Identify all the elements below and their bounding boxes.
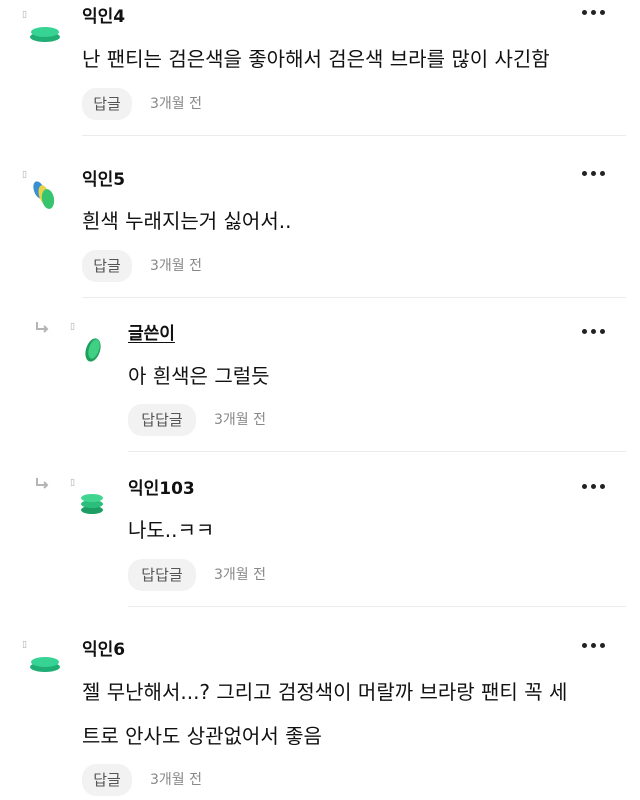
- timestamp: 3개월 전: [150, 772, 202, 788]
- flag-icon: ▯: [22, 10, 27, 20]
- reply-button[interactable]: 답글: [82, 250, 132, 282]
- flag-icon: ▯: [70, 322, 75, 332]
- avatar-tilted-discs-icon: [30, 178, 58, 216]
- timestamp: 3개월 전: [214, 412, 266, 428]
- author-name[interactable]: 글쓴이: [128, 324, 175, 344]
- commenter-name[interactable]: 익인4: [82, 7, 125, 27]
- comment-text: 나도..ㅋㅋ: [128, 518, 215, 542]
- commenter-name[interactable]: 익인6: [82, 640, 125, 660]
- comment-text: 흰색 누래지는거 싫어서..: [82, 209, 292, 233]
- more-options-icon[interactable]: [582, 484, 606, 490]
- reply-arrow-icon: [34, 476, 50, 495]
- timestamp: 3개월 전: [214, 567, 266, 583]
- divider: [128, 451, 626, 452]
- comment-text: 아 흰색은 그럴듯: [128, 364, 270, 388]
- comment-text-line-1: 젤 무난해서...? 그리고 검정색이 머랄까 브라랑 팬티 꼭 세: [82, 680, 568, 704]
- comment-text: 난 팬티는 검은색을 좋아해서 검은색 브라를 많이 사긴함: [82, 47, 550, 71]
- reply-button[interactable]: 답글: [82, 88, 132, 120]
- timestamp: 3개월 전: [150, 96, 202, 112]
- divider: [82, 135, 626, 136]
- flag-icon: ▯: [22, 170, 27, 180]
- more-options-icon[interactable]: [582, 10, 606, 16]
- avatar-stacked-discs-icon: [28, 22, 62, 48]
- reply-button[interactable]: 답글: [82, 764, 132, 796]
- more-options-icon[interactable]: [582, 171, 606, 177]
- commenter-name[interactable]: 익인5: [82, 170, 125, 190]
- timestamp: 3개월 전: [150, 258, 202, 274]
- divider: [128, 606, 626, 607]
- divider: [82, 297, 626, 298]
- flag-icon: ▯: [22, 640, 27, 650]
- reply-button[interactable]: 답답글: [128, 559, 196, 591]
- avatar-stacked-discs-icon: [78, 490, 106, 522]
- reply-arrow-icon: [34, 320, 50, 339]
- avatar-stacked-discs-icon: [28, 652, 62, 678]
- commenter-name[interactable]: 익인103: [128, 479, 195, 499]
- more-options-icon[interactable]: [582, 329, 606, 335]
- avatar-leaf-disc-icon: [80, 334, 106, 370]
- more-options-icon[interactable]: [582, 643, 606, 649]
- flag-icon: ▯: [70, 478, 75, 488]
- reply-button[interactable]: 답답글: [128, 404, 196, 436]
- comment-text-line-2: 트로 안사도 상관없어서 좋음: [82, 724, 322, 748]
